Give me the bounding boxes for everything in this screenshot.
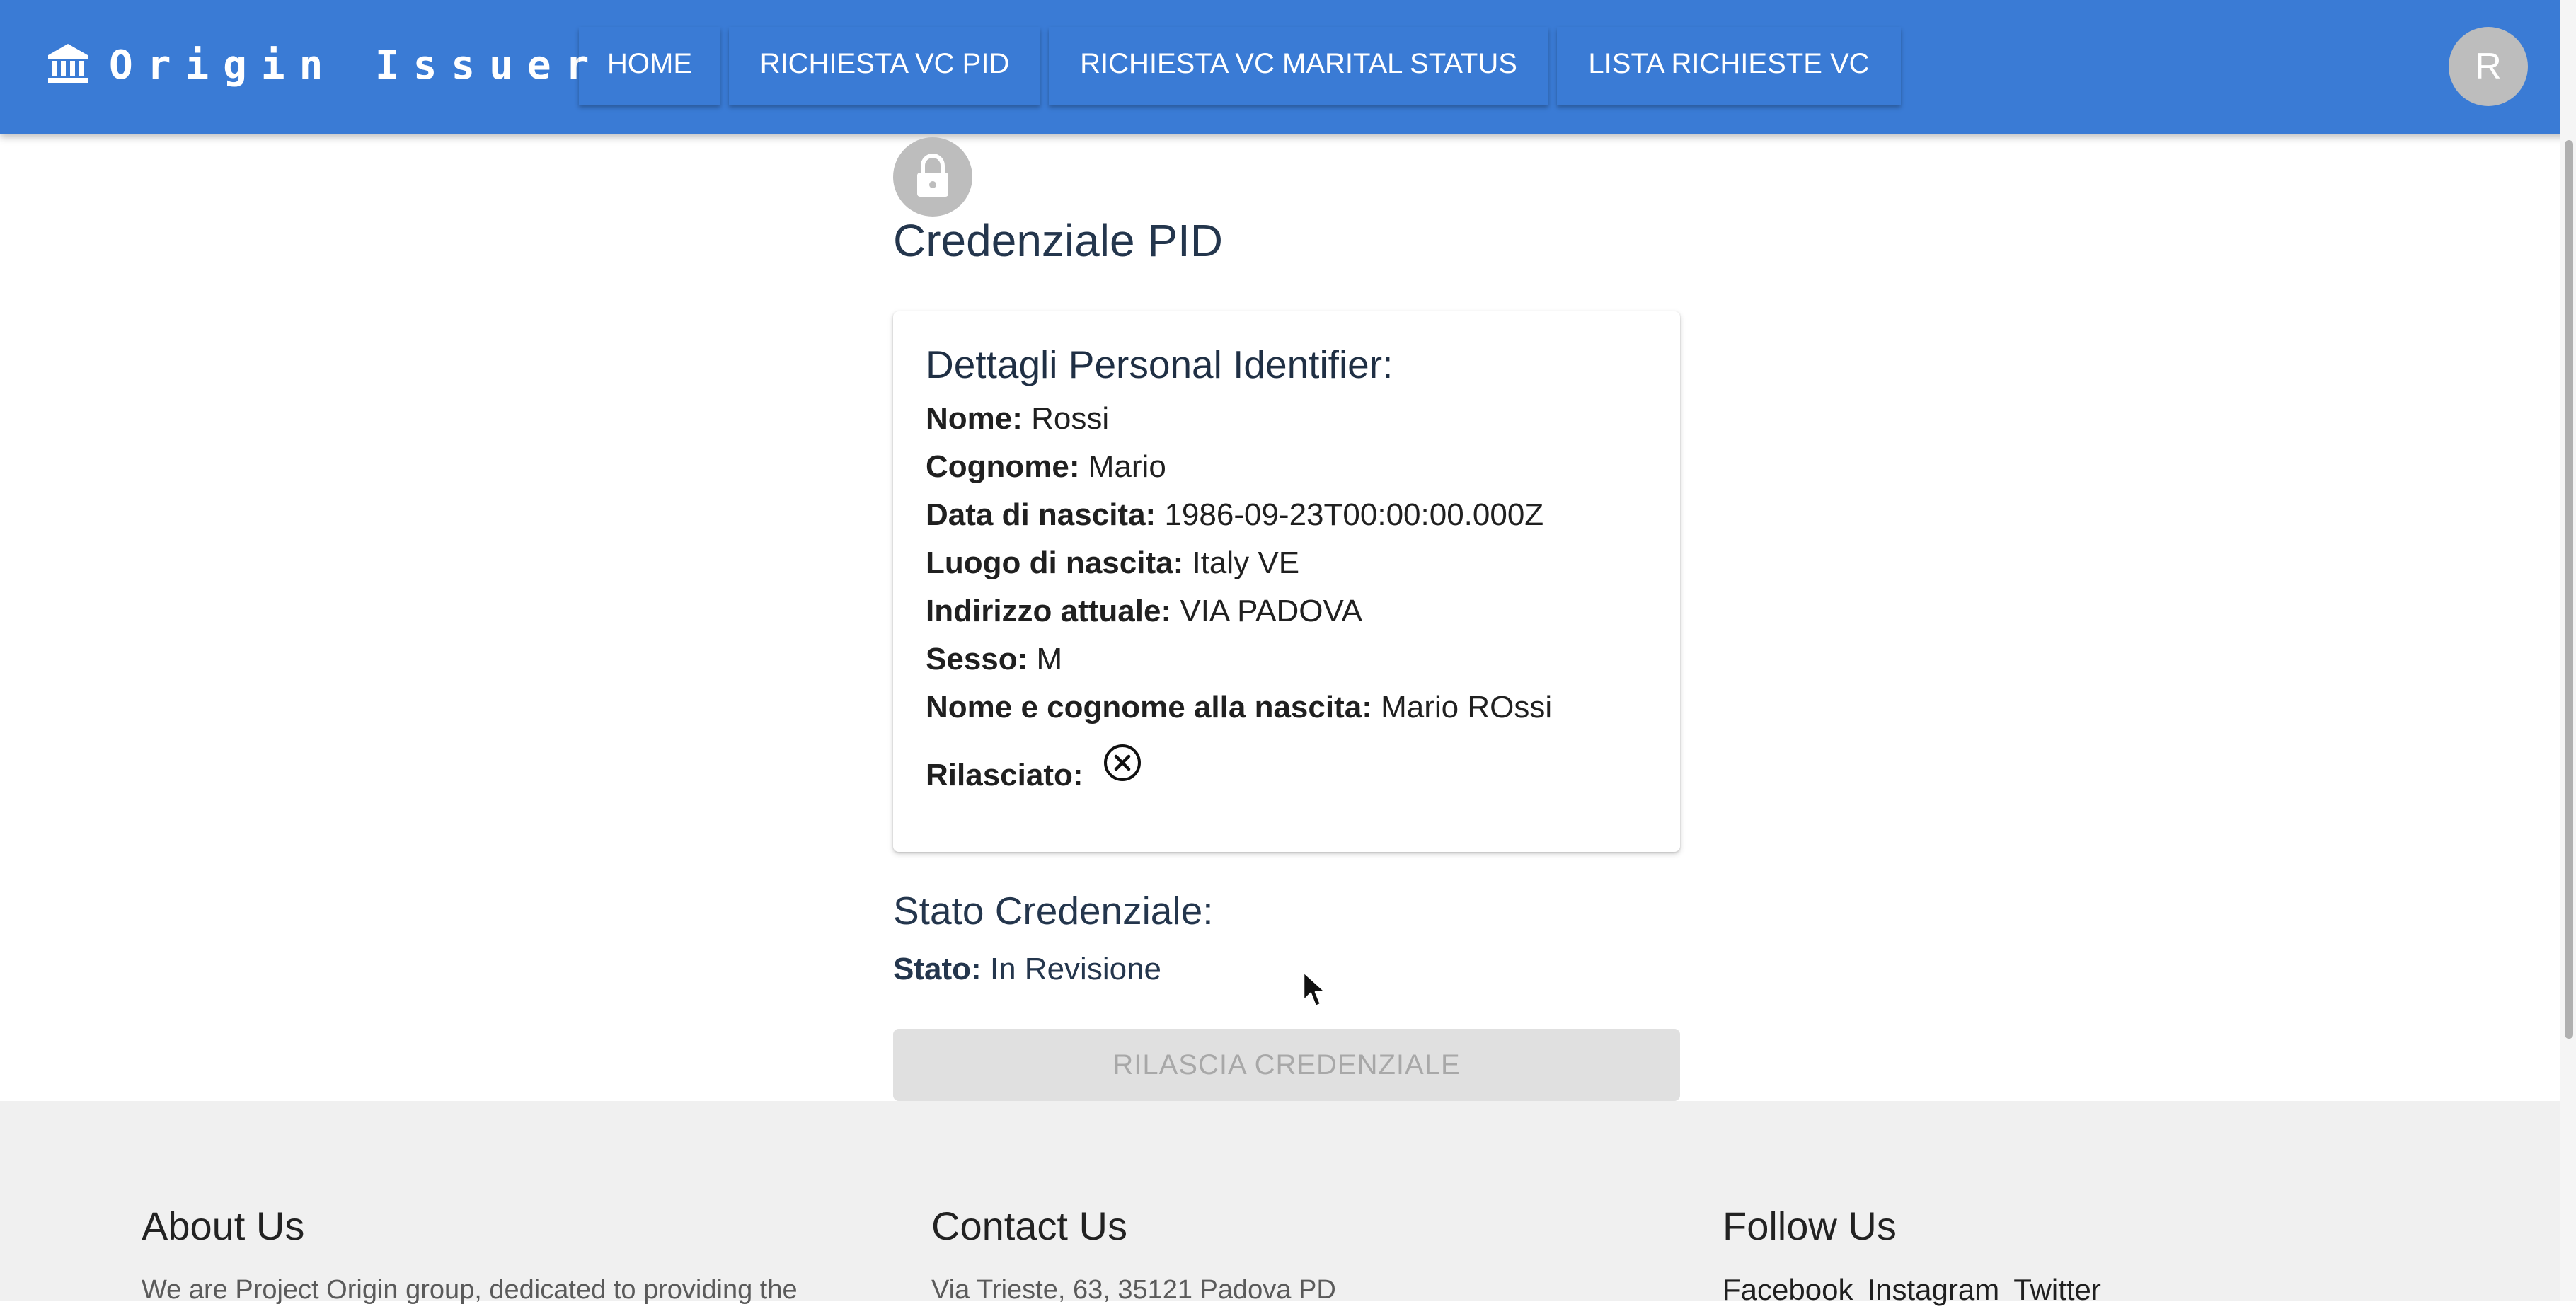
field-indirizzo-attuale: Indirizzo attuale: VIA PADOVA	[926, 592, 1362, 631]
field-value: Rossi	[1031, 401, 1110, 436]
field-label: Nome:	[926, 401, 1023, 436]
field-value: 1986-09-23T00:00:00.000Z	[1164, 497, 1544, 532]
nav-richiesta-vc-marital-status[interactable]: RICHIESTA VC MARITAL STATUS	[1049, 27, 1548, 105]
field-rilasciato: Rilasciato:	[926, 756, 1083, 795]
field-value: M	[1036, 642, 1063, 676]
field-label: Indirizzo attuale:	[926, 594, 1172, 628]
nav-home[interactable]: HOME	[579, 27, 720, 105]
personal-identifier-card: Dettagli Personal Identifier: Nome: Ross…	[893, 311, 1680, 852]
field-cognome: Cognome: Mario	[926, 447, 1166, 487]
field-value: Mario ROssi	[1381, 690, 1553, 725]
footer-about-heading: About Us	[142, 1204, 305, 1248]
twitter-link[interactable]: Twitter	[2013, 1273, 2101, 1306]
field-label: Cognome:	[926, 449, 1080, 484]
field-nome-cognome-nascita: Nome e cognome alla nascita: Mario ROssi	[926, 688, 1552, 727]
footer-contact-text: Via Trieste, 63, 35121 Padova PD	[931, 1275, 1336, 1305]
footer: About Us We are Project Origin group, de…	[0, 1101, 2576, 1306]
field-sesso: Sesso: M	[926, 640, 1062, 679]
field-luogo-di-nascita: Luogo di nascita: Italy VE	[926, 543, 1299, 583]
footer-contact: Contact Us Via Trieste, 63, 35121 Padova…	[931, 1201, 1336, 1305]
facebook-link[interactable]: Facebook	[1723, 1273, 1853, 1306]
footer-social-links: Facebook Instagram Twitter	[1723, 1272, 2115, 1309]
field-value: Italy VE	[1192, 546, 1300, 580]
mouse-cursor-icon	[1302, 971, 1327, 1008]
field-label: Nome e cognome alla nascita:	[926, 690, 1372, 725]
field-value: VIA PADOVA	[1180, 594, 1362, 628]
footer-about: About Us We are Project Origin group, de…	[142, 1201, 798, 1305]
field-label: Sesso:	[926, 642, 1028, 676]
field-value: Mario	[1088, 449, 1166, 484]
field-label: Rilasciato:	[926, 758, 1083, 792]
status-label: Stato:	[893, 952, 982, 986]
card-title: Dettagli Personal Identifier:	[926, 342, 1393, 386]
status-value: In Revisione	[989, 952, 1162, 986]
field-data-di-nascita: Data di nascita: 1986-09-23T00:00:00.000…	[926, 495, 1543, 535]
bank-icon	[48, 44, 88, 83]
cancel-circle-icon	[1104, 744, 1141, 781]
instagram-link[interactable]: Instagram	[1867, 1273, 1999, 1306]
lock-icon	[917, 154, 948, 197]
nav-lista-richieste-vc[interactable]: LISTA RICHIESTE VC	[1557, 27, 1901, 105]
issue-credential-button[interactable]: RILASCIA CREDENZIALE	[893, 1029, 1680, 1101]
footer-follow-heading: Follow Us	[1723, 1204, 1897, 1248]
page-title: Credenziale PID	[893, 215, 1223, 266]
scrollbar-thumb[interactable]	[2565, 140, 2573, 1039]
status-heading: Stato Credenziale:	[893, 889, 1214, 933]
field-nome: Nome: Rossi	[926, 399, 1109, 439]
lock-avatar	[893, 137, 972, 217]
app-bar: Origin Issuer HOME RICHIESTA VC PID RICH…	[0, 0, 2576, 134]
status-line: Stato: In Revisione	[893, 950, 1161, 989]
nav-richiesta-vc-pid[interactable]: RICHIESTA VC PID	[729, 27, 1040, 105]
brand-title[interactable]: Origin Issuer	[109, 41, 603, 91]
field-label: Luogo di nascita:	[926, 546, 1184, 580]
footer-contact-heading: Contact Us	[931, 1204, 1127, 1248]
footer-about-text: We are Project Origin group, dedicated t…	[142, 1275, 798, 1305]
footer-follow: Follow Us Facebook Instagram Twitter	[1723, 1201, 2101, 1306]
field-label: Data di nascita:	[926, 497, 1156, 532]
user-avatar[interactable]: R	[2449, 27, 2528, 106]
